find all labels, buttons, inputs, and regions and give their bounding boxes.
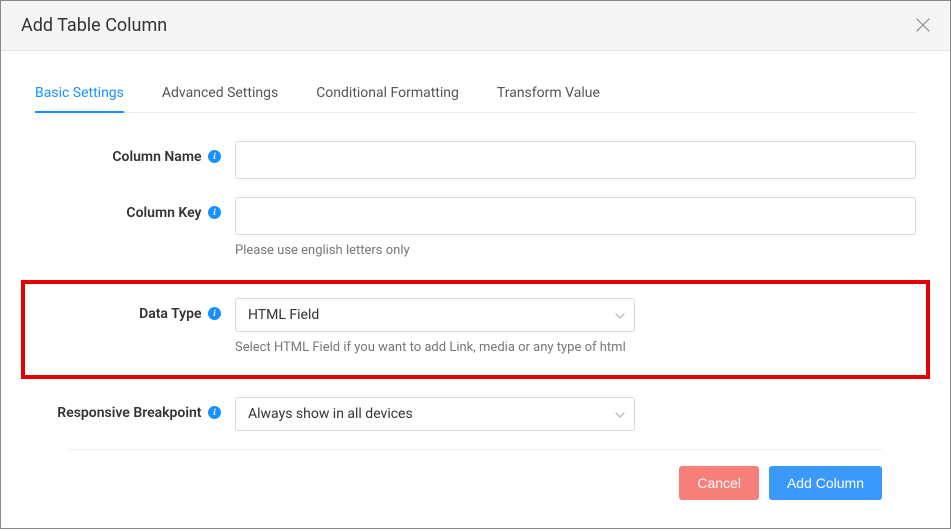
info-icon[interactable]: i bbox=[208, 406, 221, 419]
helper-row-data-type: Select HTML Field if you want to add Lin… bbox=[35, 338, 916, 355]
tab-bar: Basic Settings Advanced Settings Conditi… bbox=[35, 75, 916, 113]
row-column-name: Column Name i bbox=[35, 141, 916, 179]
data-type-select[interactable]: HTML Field bbox=[235, 298, 635, 332]
modal-header: Add Table Column bbox=[1, 1, 950, 51]
label-column-key: Column Key i bbox=[35, 197, 235, 221]
label-data-type-text: Data Type bbox=[139, 306, 201, 322]
tab-transform-value[interactable]: Transform Value bbox=[497, 75, 600, 113]
data-type-value: HTML Field bbox=[248, 307, 319, 323]
label-breakpoint-text: Responsive Breakpoint bbox=[57, 405, 201, 421]
breakpoint-value: Always show in all devices bbox=[248, 406, 413, 422]
helper-row-column-key: Please use english letters only bbox=[35, 241, 916, 258]
column-name-input[interactable] bbox=[235, 141, 916, 179]
tab-advanced-settings[interactable]: Advanced Settings bbox=[162, 75, 278, 113]
info-icon[interactable]: i bbox=[208, 307, 221, 320]
add-table-column-modal: Add Table Column Basic Settings Advanced… bbox=[0, 0, 951, 529]
tab-basic-settings[interactable]: Basic Settings bbox=[35, 75, 124, 113]
modal-footer: Cancel Add Column bbox=[69, 449, 882, 518]
label-column-name: Column Name i bbox=[35, 141, 235, 165]
info-icon[interactable]: i bbox=[208, 206, 221, 219]
row-column-key: Column Key i bbox=[35, 197, 916, 235]
data-type-help: Select HTML Field if you want to add Lin… bbox=[235, 338, 626, 355]
add-column-button[interactable]: Add Column bbox=[769, 466, 882, 500]
label-column-key-text: Column Key bbox=[126, 205, 201, 221]
label-data-type: Data Type i bbox=[35, 298, 235, 322]
row-data-type: Data Type i HTML Field bbox=[35, 298, 916, 332]
column-key-input[interactable] bbox=[235, 197, 916, 235]
label-breakpoint: Responsive Breakpoint i bbox=[35, 397, 235, 421]
modal-title: Add Table Column bbox=[21, 15, 167, 36]
modal-body: Basic Settings Advanced Settings Conditi… bbox=[1, 51, 950, 528]
close-icon bbox=[916, 16, 930, 36]
highlight-data-type: Data Type i HTML Field Select bbox=[21, 280, 930, 379]
info-icon[interactable]: i bbox=[208, 150, 221, 163]
cancel-button[interactable]: Cancel bbox=[679, 466, 759, 500]
close-button[interactable] bbox=[916, 17, 930, 35]
label-column-name-text: Column Name bbox=[112, 149, 201, 165]
breakpoint-select[interactable]: Always show in all devices bbox=[235, 397, 635, 431]
column-key-help: Please use english letters only bbox=[235, 241, 410, 258]
tab-conditional-formatting[interactable]: Conditional Formatting bbox=[316, 75, 459, 113]
row-breakpoint: Responsive Breakpoint i Always show in a… bbox=[35, 397, 916, 431]
